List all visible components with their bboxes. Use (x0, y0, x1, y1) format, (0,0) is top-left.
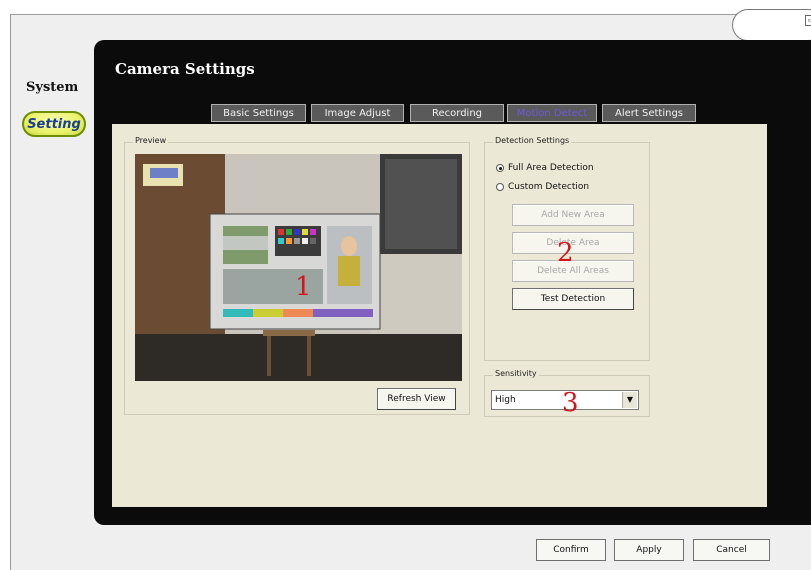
cancel-button[interactable]: Cancel (693, 539, 770, 561)
detection-settings-label: Detection Settings (493, 136, 572, 145)
add-new-area-button[interactable]: Add New Area (512, 204, 634, 226)
page-title: Camera Settings (115, 60, 255, 78)
refresh-view-button[interactable]: Refresh View (377, 388, 456, 410)
full-area-detection-radio[interactable]: Full Area Detection (496, 163, 594, 173)
window-controls: ▭ (732, 9, 811, 41)
tab-basic-settings[interactable]: Basic Settings (211, 104, 306, 122)
apply-button[interactable]: Apply (614, 539, 684, 561)
minimize-icon[interactable]: ▭ (805, 15, 811, 26)
tab-motion-detect[interactable]: Motion Detect (507, 104, 597, 122)
dropdown-arrow-icon[interactable]: ▼ (622, 392, 637, 408)
nav-setting[interactable]: Setting (22, 111, 86, 137)
marker-3: 3 (562, 388, 579, 418)
sensitivity-value: High (495, 395, 516, 405)
preview-group-label: Preview (133, 136, 169, 145)
nav-system[interactable]: System (26, 80, 78, 95)
tab-image-adjust[interactable]: Image Adjust (311, 104, 404, 122)
radio-checked-icon (496, 164, 504, 172)
radio-unchecked-icon (496, 183, 504, 191)
tab-recording[interactable]: Recording (410, 104, 504, 122)
camera-preview-image (135, 154, 462, 381)
marker-2: 2 (557, 238, 574, 268)
test-detection-button[interactable]: Test Detection (512, 288, 634, 310)
camera-scene-graphic (135, 154, 462, 381)
sensitivity-label: Sensitivity (493, 369, 539, 378)
custom-detection-label: Custom Detection (508, 182, 590, 192)
confirm-button[interactable]: Confirm (536, 539, 606, 561)
marker-1: 1 (295, 272, 312, 302)
tab-alert-settings[interactable]: Alert Settings (602, 104, 696, 122)
custom-detection-radio[interactable]: Custom Detection (496, 182, 589, 192)
full-area-detection-label: Full Area Detection (508, 163, 594, 173)
